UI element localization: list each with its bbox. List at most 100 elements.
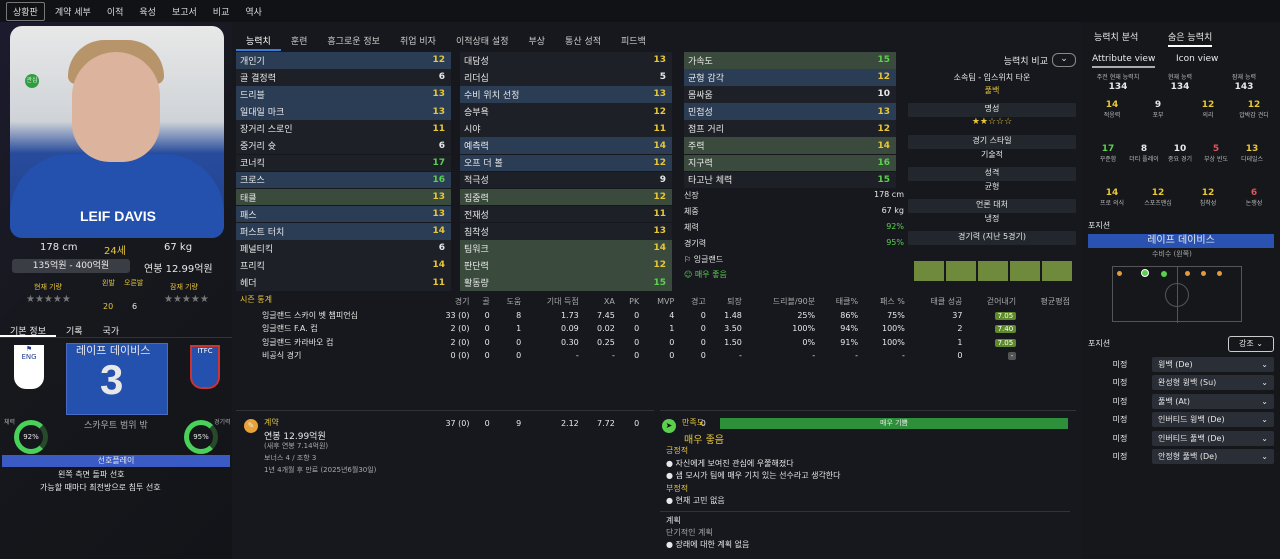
table-row[interactable]: 잉글랜드 카라바오 컵2 (0) 0 0 0.30 0.25 0 0 0 1.50 0% 91% 10… <box>236 336 1076 350</box>
tab-attribute-analysis[interactable]: 능력치 분석 <box>1094 30 1138 43</box>
attribute-row[interactable]: 크로스 16 <box>236 171 451 189</box>
attribute-row[interactable]: 페널티킥 6 <box>236 240 451 257</box>
nav-item[interactable]: 육성 <box>133 3 162 20</box>
attribute-value: 13 <box>877 106 890 117</box>
attribute-value: 13 <box>432 192 445 203</box>
attribute-value: 14 <box>432 260 445 271</box>
attribute-row[interactable]: 골 결정력 6 <box>236 69 451 86</box>
nav-item[interactable]: 계약 세부 <box>49 3 97 20</box>
main-tab[interactable]: 훈련 <box>281 32 318 51</box>
table-row[interactable]: 잉글랜드 스카이 벳 챔피언십 33 (0) 0 8 1.73 7.45 0 4 0 1.48 25… <box>236 309 1076 323</box>
attribute-row[interactable]: 주력 14 <box>684 137 896 155</box>
attribute-row[interactable]: 판단력 12 <box>460 257 672 274</box>
attribute-row[interactable]: 오프 더 볼 12 <box>460 154 672 172</box>
role-row[interactable]: 미정 완성형 윙백 (Su) ⌄ <box>1088 375 1274 391</box>
nav-item[interactable]: 보고서 <box>166 3 203 20</box>
main-tab[interactable]: 이적상태 설정 <box>446 32 519 51</box>
attribute-value: 12 <box>432 55 445 66</box>
role-row[interactable]: 미정 인버티드 풀백 (De) ⌄ <box>1088 430 1274 446</box>
left-tab[interactable]: 기본 정보 <box>0 322 56 337</box>
tab-hidden-attributes[interactable]: 숨은 능력치 <box>1168 30 1213 47</box>
main-tab[interactable]: 피드백 <box>611 32 656 51</box>
attribute-row[interactable]: 프리킥 14 <box>236 257 451 274</box>
attribute-row[interactable]: 헤더 11 <box>236 274 451 291</box>
avg-rating: 7.40 <box>994 325 1017 334</box>
nav-item[interactable]: 비교 <box>207 3 236 20</box>
attribute-row[interactable]: 수비 위치 선정 13 <box>460 86 672 103</box>
attribute-row[interactable]: 중거리 슛 6 <box>236 137 451 155</box>
attribute-row[interactable]: 침착성 13 <box>460 222 672 240</box>
attribute-row[interactable]: 활동량 15 <box>460 274 672 291</box>
attribute-row[interactable]: 리더십 5 <box>460 69 672 86</box>
table-row[interactable]: 잉글랜드 F.A. 컵2 (0) 0 1 0.09 0.02 0 1 0 3.50 100% 94%… <box>236 322 1076 336</box>
role-select[interactable]: 윙백 (De) ⌄ <box>1152 356 1274 372</box>
attribute-row[interactable]: 일대일 마크 13 <box>236 103 451 120</box>
hidden-attribute: 12 침착성 <box>1199 188 1217 207</box>
compare-dropdown[interactable]: ⌄ <box>1052 53 1076 67</box>
attribute-row[interactable]: 예측력 14 <box>460 137 672 155</box>
left-tab[interactable]: 기록 <box>56 322 93 337</box>
attribute-value: 12 <box>653 106 666 117</box>
attribute-row[interactable]: 적극성 9 <box>460 171 672 189</box>
value-range: 135억원 - 400억원 <box>12 259 130 273</box>
attribute-name: 중거리 슛 <box>240 142 276 153</box>
role-filter-dropdown[interactable]: 강조 ⌄ <box>1228 336 1274 352</box>
role-select[interactable]: 인버티드 풀백 (De) ⌄ <box>1152 430 1274 446</box>
attribute-name: 헤더 <box>240 279 257 290</box>
role-row[interactable]: 미정 안정형 풀백 (De) ⌄ <box>1088 449 1274 465</box>
attribute-row[interactable]: 점프 거리 12 <box>684 120 896 137</box>
squad-number: 3 <box>100 356 124 403</box>
attribute-row[interactable]: 가속도 15 <box>684 52 896 69</box>
attribute-row[interactable]: 전재성 11 <box>460 205 672 223</box>
role-select[interactable]: 안정형 풀백 (De) ⌄ <box>1152 449 1274 464</box>
chevron-down-icon: ⌄ <box>1261 396 1268 406</box>
nav-item[interactable]: 상황판 <box>6 1 45 21</box>
attribute-row[interactable]: 개인기 12 <box>236 52 451 69</box>
attribute-row[interactable]: 몸싸움 10 <box>684 86 896 103</box>
main-tab[interactable]: 통산 성적 <box>555 32 611 51</box>
attribute-row[interactable]: 승부욕 12 <box>460 103 672 120</box>
attribute-value: 9 <box>659 174 666 185</box>
england-crest: ⚑ ENG <box>14 345 44 389</box>
attribute-row[interactable]: 태클 13 <box>236 188 451 206</box>
attribute-name: 적극성 <box>464 176 489 187</box>
main-tab[interactable]: 부상 <box>518 32 555 51</box>
attribute-row[interactable]: 퍼스트 터치 14 <box>236 222 451 240</box>
stat-header: 퇴장 <box>727 297 742 307</box>
main-tab[interactable]: 흥그로운 정보 <box>317 32 390 51</box>
attribute-view-toggle[interactable]: Attribute view <box>1092 54 1156 68</box>
attribute-row[interactable]: 집중력 12 <box>460 188 672 206</box>
attribute-value: 10 <box>877 89 890 100</box>
role-select[interactable]: 풀백 (At) ⌄ <box>1152 393 1274 409</box>
attribute-name: 개인기 <box>240 56 265 67</box>
attribute-row[interactable]: 시야 11 <box>460 120 672 137</box>
attribute-row[interactable]: 지구력 16 <box>684 154 896 172</box>
nav-item[interactable]: 이적 <box>101 3 130 20</box>
attribute-row[interactable]: 대담성 13 <box>460 52 672 69</box>
attribute-row[interactable]: 팀워크 14 <box>460 240 672 257</box>
attribute-row[interactable]: 균형 감각 12 <box>684 69 896 86</box>
attribute-row[interactable]: 패스 13 <box>236 205 451 223</box>
role-row[interactable]: 미정 풀백 (At) ⌄ <box>1088 393 1274 409</box>
attribute-name: 태클 <box>240 193 257 204</box>
attribute-row[interactable]: 장거리 스로인 11 <box>236 120 451 137</box>
attribute-row[interactable]: 드리블 13 <box>236 86 451 103</box>
attribute-value: 11 <box>432 123 445 134</box>
attribute-value: 14 <box>653 243 666 254</box>
attribute-row[interactable]: 민첩성 13 <box>684 103 896 120</box>
table-row[interactable]: 비공식 경기 0 (0) 0 0- -0 0 0- - - -0- <box>236 349 1076 363</box>
style-item: 왼쪽 측면 돌파 선호 <box>58 470 125 479</box>
fitness-ring: 92% <box>14 420 48 454</box>
top-nav: 상황판 계약 세부 이적 육성 보고서 비교 역사 <box>0 0 1280 22</box>
main-tab[interactable]: 취업 비자 <box>390 32 446 51</box>
role-select[interactable]: 완성형 윙백 (Su) ⌄ <box>1152 375 1274 390</box>
icon-view-toggle[interactable]: Icon view <box>1176 54 1218 64</box>
role-select[interactable]: 인버티드 윙백 (De) ⌄ <box>1152 412 1274 427</box>
attribute-row[interactable]: 타고난 체력 15 <box>684 171 896 189</box>
role-row[interactable]: 미정 인버티드 윙백 (De) ⌄ <box>1088 412 1274 428</box>
nav-item[interactable]: 역사 <box>239 3 268 20</box>
left-tab[interactable]: 국가 <box>93 322 130 337</box>
attribute-row[interactable]: 코너킥 17 <box>236 154 451 172</box>
main-tab[interactable]: 능력치 <box>236 32 281 51</box>
role-row[interactable]: 미정 윙백 (De) ⌄ <box>1088 356 1274 372</box>
